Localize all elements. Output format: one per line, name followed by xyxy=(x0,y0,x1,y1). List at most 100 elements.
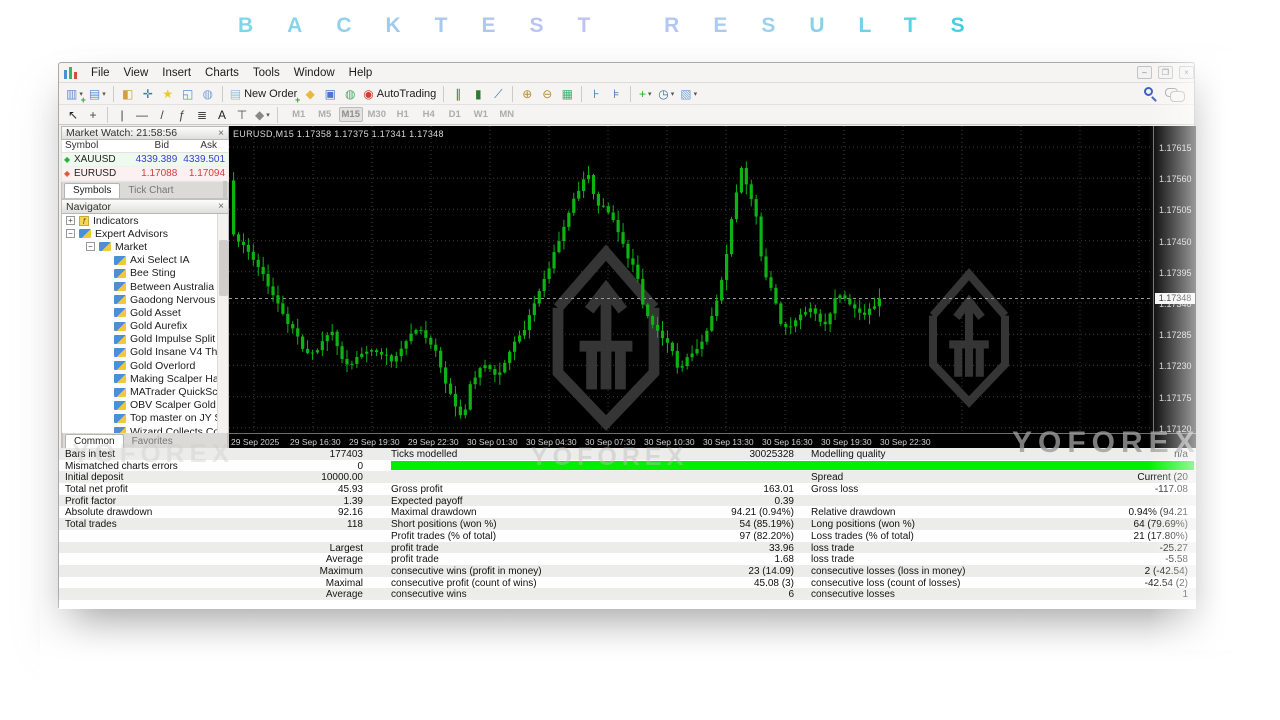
templates-button[interactable]: ▧ ▾ xyxy=(678,85,699,103)
expert-advisor-icon xyxy=(114,361,126,371)
candle-chart-mode-icon: ▮ xyxy=(474,86,482,101)
tree-item-gold-impulse-split[interactable]: Gold Impulse Split xyxy=(62,333,228,346)
close-icon[interactable]: × xyxy=(218,128,224,139)
line-chart-mode-icon: ⟋ xyxy=(494,86,503,101)
expert-advisor-icon xyxy=(114,334,126,344)
tree-item-gaodong-nervous-sy[interactable]: Gaodong Nervous Sy xyxy=(62,293,228,306)
zoom-out-button[interactable]: ⊖ xyxy=(538,85,556,103)
tree-item-gold-asset[interactable]: Gold Asset xyxy=(62,306,228,319)
equidistant-tool-button[interactable]: ≣ xyxy=(193,106,211,124)
menu-view[interactable]: View xyxy=(117,65,156,81)
crosshair-tool-button[interactable]: + xyxy=(84,106,102,124)
tile-windows-icon: ▦ xyxy=(561,86,573,101)
timeframe-m30[interactable]: M30 xyxy=(365,107,389,122)
autotrading-button[interactable]: ◉ AutoTrading xyxy=(361,85,438,103)
navigator-toggle-button[interactable]: ★ xyxy=(159,85,177,103)
line-chart-mode-button[interactable]: ⟋ xyxy=(489,85,507,103)
fibonacci-tool-button[interactable]: ƒ xyxy=(173,106,191,124)
zoom-in-icon: ⊕ xyxy=(522,86,533,101)
menu-file[interactable]: File xyxy=(84,65,117,81)
up-diamond-icon: ◆ xyxy=(64,155,71,164)
menu-charts[interactable]: Charts xyxy=(198,65,246,81)
collapse-icon[interactable]: − xyxy=(86,242,95,252)
tile-windows-button[interactable]: ▦ xyxy=(558,85,576,103)
tree-item-between-australia-ar[interactable]: Between Australia ar xyxy=(62,280,228,293)
timeframe-mn[interactable]: MN xyxy=(495,107,519,122)
tree-item-making-scalper-harc[interactable]: Making Scalper Harc xyxy=(62,372,228,385)
metaeditor-button[interactable]: ◆ xyxy=(301,85,319,103)
add-indicator-button[interactable]: + ▾ xyxy=(636,85,654,103)
profiles-button[interactable]: ▤ ▾ xyxy=(87,85,108,103)
tree-item-matrader-quickscal[interactable]: MATrader QuickScal xyxy=(62,385,228,398)
tree-item-wizard-collects-con[interactable]: Wizard Collects Con xyxy=(62,425,228,433)
navigator-header: Navigator × xyxy=(62,200,228,214)
data-window-icon: ✛ xyxy=(142,86,153,101)
chart-shift-button[interactable]: ◧ xyxy=(119,85,137,103)
tree-item-bee-sting[interactable]: Bee Sting xyxy=(62,267,228,280)
tree-item-top-master-on-jy-sy[interactable]: Top master on JY SY xyxy=(62,412,228,425)
market-watch-tab-symbols[interactable]: Symbols xyxy=(64,183,121,198)
collapse-icon[interactable]: − xyxy=(66,229,75,239)
timeframe-h4[interactable]: H4 xyxy=(417,107,441,122)
bar-chart-mode-button[interactable]: ∥ xyxy=(449,85,467,103)
arrange-2-button[interactable]: ⊧ xyxy=(607,85,625,103)
timeframe-m15[interactable]: M15 xyxy=(338,107,363,122)
close-button[interactable]: × xyxy=(1179,66,1194,79)
chart-area[interactable]: EURUSD,M15 1.17358 1.17375 1.17341 1.173… xyxy=(229,126,1196,448)
menu-tools[interactable]: Tools xyxy=(246,65,287,81)
autotrading-icon: ◉ xyxy=(363,86,374,101)
metric-value: 21 (17.80%) xyxy=(1133,530,1188,542)
terminal-toggle-button[interactable]: ◱ xyxy=(179,85,197,103)
timeframe-m1[interactable]: M1 xyxy=(287,107,311,122)
tree-item-market[interactable]: − Market xyxy=(62,240,228,253)
search-icon[interactable] xyxy=(1144,87,1153,96)
trendline-tool-button[interactable]: / xyxy=(153,106,171,124)
cursor-tool-button[interactable]: ↖ xyxy=(64,106,82,124)
text-tool-button[interactable]: A xyxy=(213,106,231,124)
price-scale[interactable]: 1.17615 1.17560 1.17505 1.17450 1.17395 1.173… xyxy=(1153,126,1196,434)
market-watch-row[interactable]: ◆ EURUSD 1.17088 1.17094 xyxy=(62,167,228,181)
navigator-scrollbar[interactable] xyxy=(217,214,228,433)
tree-item-axi-select-ia[interactable]: Axi Select IA xyxy=(62,254,228,267)
close-icon[interactable]: × xyxy=(218,201,224,212)
minimize-button[interactable]: – xyxy=(1137,66,1152,79)
tree-item-obv-scalper-gold-label: OBV Scalper Gold xyxy=(130,399,216,412)
market-watch-row[interactable]: ◆ XAUUSD 4339.389 4339.501 xyxy=(62,153,228,167)
label-tool-button[interactable]: ⊤ xyxy=(233,106,251,124)
new-order-button[interactable]: ▤ + New Order xyxy=(228,85,301,105)
time-label: 29 Sep 19:30 xyxy=(349,437,400,447)
shapes-tool-button[interactable]: ◆ ▾ xyxy=(253,106,272,124)
tree-item-gold-overlord[interactable]: Gold Overlord xyxy=(62,359,228,372)
market-watch-scrollbar[interactable] xyxy=(223,181,227,199)
timeframe-h1[interactable]: H1 xyxy=(391,107,415,122)
time-label: 29 Sep 2025 xyxy=(231,437,280,447)
tree-item-indicators[interactable]: + f Indicators xyxy=(62,214,228,227)
tree-item-obv-scalper-gold[interactable]: OBV Scalper Gold xyxy=(62,399,228,412)
mql-community-button[interactable]: ▣ xyxy=(321,85,339,103)
metric-value: 23 (14.09) xyxy=(748,565,794,577)
tree-item-gold-aurefix[interactable]: Gold Aurefix xyxy=(62,320,228,333)
tree-item-expert-advisors[interactable]: − Expert Advisors xyxy=(62,227,228,240)
data-window-button[interactable]: ✛ xyxy=(139,85,157,103)
market-globe-button[interactable]: ◍ xyxy=(341,85,359,103)
restore-button[interactable]: ❐ xyxy=(1158,66,1173,79)
chevron-down-icon: ▾ xyxy=(670,90,675,98)
market-watch-tab-tick-chart[interactable]: Tick Chart xyxy=(120,184,181,198)
candle-chart-mode-button[interactable]: ▮ xyxy=(469,85,487,103)
zoom-in-button[interactable]: ⊕ xyxy=(518,85,536,103)
hline-tool-button[interactable]: — xyxy=(133,106,151,124)
menu-help[interactable]: Help xyxy=(342,65,380,81)
new-chart-button[interactable]: ▥ + ▾ xyxy=(64,85,86,105)
menu-window[interactable]: Window xyxy=(287,65,342,81)
chat-icon[interactable] xyxy=(1165,88,1185,102)
timeframe-m5[interactable]: M5 xyxy=(313,107,337,122)
vline-tool-button[interactable]: | xyxy=(113,106,131,124)
strategy-tester-button[interactable]: ◍ xyxy=(199,85,217,103)
tree-item-gold-insane-v4-the-i[interactable]: Gold Insane V4 The I xyxy=(62,346,228,359)
timeframe-w1[interactable]: W1 xyxy=(469,107,493,122)
periods-button[interactable]: ◷ ▾ xyxy=(656,85,676,103)
timeframe-d1[interactable]: D1 xyxy=(443,107,467,122)
expand-icon[interactable]: + xyxy=(66,216,75,226)
menu-insert[interactable]: Insert xyxy=(155,65,198,81)
arrange-1-button[interactable]: ⊦ xyxy=(587,85,605,103)
